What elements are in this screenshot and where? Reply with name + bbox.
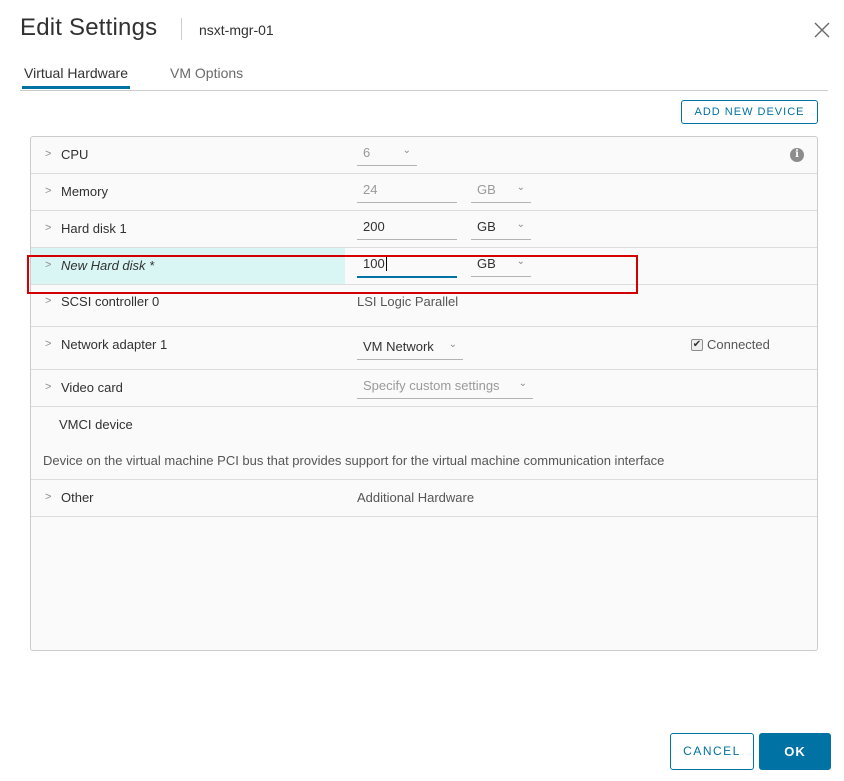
cpu-label: CPU bbox=[61, 147, 89, 162]
chevron-down-icon: ⌄ bbox=[402, 145, 411, 156]
hard-disk-1-size-input[interactable]: 200 bbox=[357, 219, 457, 240]
checkmark-icon[interactable]: ✔ bbox=[691, 339, 703, 351]
row-hard-disk-1[interactable]: > Hard disk 1 200 GB ⌄ bbox=[31, 211, 817, 248]
chevron-right-icon[interactable]: > bbox=[45, 185, 51, 197]
row-other[interactable]: > Other Additional Hardware bbox=[31, 480, 817, 517]
vm-name: nsxt-mgr-01 bbox=[199, 22, 274, 38]
chevron-down-icon: ⌄ bbox=[518, 378, 527, 389]
hard-disk-1-unit: GB bbox=[477, 219, 496, 234]
chevron-down-icon: ⌄ bbox=[516, 182, 525, 193]
add-new-device-button[interactable]: ADD NEW DEVICE bbox=[681, 100, 818, 124]
dialog-title: Edit Settings bbox=[20, 14, 158, 41]
chevron-down-icon: ⌄ bbox=[448, 339, 457, 350]
cancel-button[interactable]: CANCEL bbox=[670, 733, 754, 770]
memory-unit-select[interactable]: GB ⌄ bbox=[471, 182, 531, 203]
other-label: Other bbox=[61, 490, 94, 505]
network-value: VM Network bbox=[363, 339, 434, 354]
close-icon[interactable] bbox=[812, 20, 832, 40]
chevron-right-icon[interactable]: > bbox=[45, 148, 51, 160]
row-vmci-device: VMCI device Device on the virtual machin… bbox=[31, 407, 817, 480]
network-select[interactable]: VM Network ⌄ bbox=[357, 339, 463, 360]
row-cpu[interactable]: > CPU 6 ⌄ i bbox=[31, 137, 817, 174]
connected-checkbox[interactable]: ✔ Connected bbox=[691, 337, 770, 352]
network-label: Network adapter 1 bbox=[61, 337, 168, 352]
other-value: Additional Hardware bbox=[357, 490, 475, 505]
chevron-right-icon[interactable]: > bbox=[45, 381, 51, 393]
chevron-right-icon[interactable]: > bbox=[45, 491, 51, 503]
row-memory[interactable]: > Memory 24 GB ⌄ bbox=[31, 174, 817, 211]
video-card-value: Specify custom settings bbox=[363, 378, 500, 393]
memory-value: 24 bbox=[363, 182, 378, 197]
chevron-right-icon[interactable]: > bbox=[45, 295, 51, 307]
chevron-right-icon[interactable]: > bbox=[45, 338, 51, 350]
scsi-label: SCSI controller 0 bbox=[61, 294, 160, 309]
hard-disk-1-label: Hard disk 1 bbox=[61, 221, 127, 236]
tab-bar: Virtual Hardware VM Options bbox=[20, 64, 828, 91]
hard-disk-1-size: 200 bbox=[363, 219, 385, 234]
row-video-card[interactable]: > Video card Specify custom settings ⌄ bbox=[31, 370, 817, 407]
memory-input[interactable]: 24 bbox=[357, 182, 457, 203]
memory-unit: GB bbox=[477, 182, 496, 197]
tab-virtual-hardware[interactable]: Virtual Hardware bbox=[22, 65, 131, 89]
vmci-description: Device on the virtual machine PCI bus th… bbox=[43, 453, 665, 468]
ok-button[interactable]: OK bbox=[759, 733, 831, 770]
memory-label: Memory bbox=[61, 184, 108, 199]
tab-vm-options[interactable]: VM Options bbox=[168, 65, 245, 89]
vmci-label: VMCI device bbox=[59, 417, 133, 432]
video-card-label: Video card bbox=[61, 380, 123, 395]
hardware-list: > CPU 6 ⌄ i > Memory 24 GB ⌄ > Hard disk… bbox=[30, 136, 818, 651]
scsi-value: LSI Logic Parallel bbox=[357, 294, 459, 309]
video-card-select[interactable]: Specify custom settings ⌄ bbox=[357, 378, 533, 399]
cpu-value: 6 bbox=[363, 145, 371, 160]
chevron-down-icon: ⌄ bbox=[516, 219, 525, 230]
annotation-highlight-box bbox=[27, 255, 638, 294]
connected-label: Connected bbox=[707, 337, 770, 352]
title-divider bbox=[181, 18, 182, 40]
chevron-right-icon[interactable]: > bbox=[45, 222, 51, 234]
cpu-select[interactable]: 6 ⌄ bbox=[357, 145, 417, 166]
info-icon[interactable]: i bbox=[790, 148, 804, 162]
row-network-adapter[interactable]: > Network adapter 1 VM Network ⌄ ✔ Connec… bbox=[31, 327, 817, 370]
hard-disk-1-unit-select[interactable]: GB ⌄ bbox=[471, 219, 531, 240]
